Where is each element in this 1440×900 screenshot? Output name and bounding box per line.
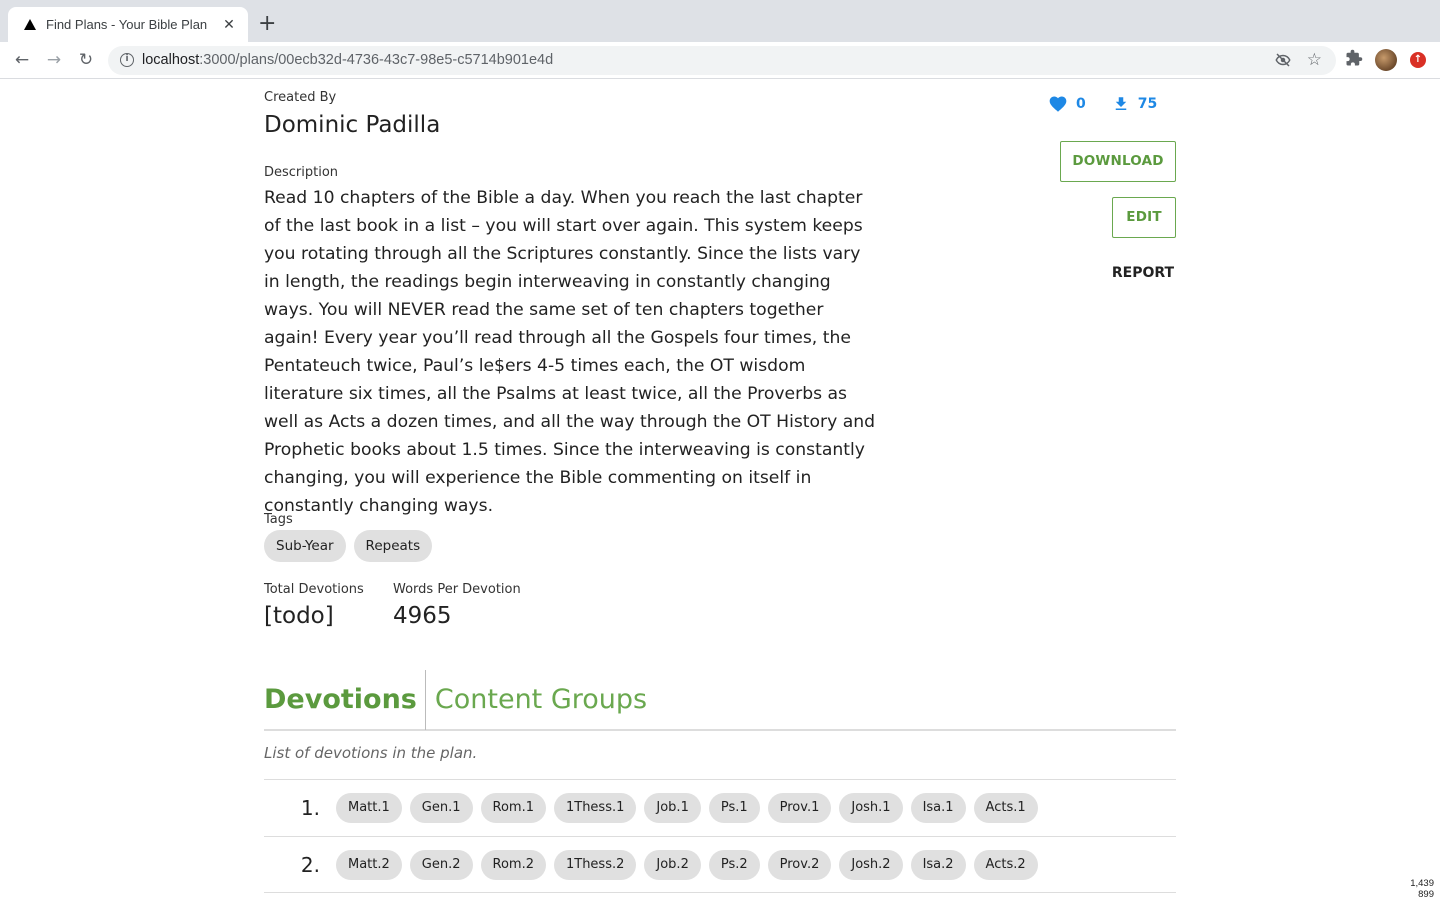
url-path: :3000/plans/00ecb32d-4736-43c7-98e5-c571… [199,52,554,68]
reference-chip[interactable]: Acts.1 [973,793,1038,823]
creator-name: Dominic Padilla [264,112,441,138]
reference-chip[interactable]: Gen.1 [409,793,473,823]
close-icon[interactable]: ✕ [220,17,238,33]
reference-chip[interactable]: Rom.2 [480,849,546,880]
reference-chip[interactable]: 1Thess.1 [553,793,637,823]
description-label: Description [264,165,339,180]
plan-tabs: Devotions Content Groups [264,669,1176,731]
words-per-devotion: Words Per Devotion 4965 [393,582,521,629]
address-bar[interactable]: i localhost:3000/plans/00ecb32d-4736-43c… [108,46,1336,75]
reference-chip[interactable]: Prov.2 [767,849,832,880]
download-icon [1115,97,1126,110]
viewport-width: 1,439 [1410,878,1434,889]
tab-content-groups[interactable]: Content Groups [426,670,647,730]
devotion-refs: Matt.2 Gen.2 Rom.2 1Thess.2 Job.2 Ps.2 P… [336,849,1038,880]
tag-chip[interactable]: Repeats [353,530,433,562]
info-icon[interactable]: i [120,53,134,67]
back-icon[interactable]: ← [10,48,34,72]
reload-icon[interactable]: ↻ [74,48,98,72]
words-per-devotion-value: 4965 [393,603,452,629]
reference-chip[interactable]: Rom.1 [480,793,546,823]
forward-icon[interactable]: → [42,48,66,72]
extensions-puzzle-icon[interactable] [1345,49,1363,72]
new-tab-button[interactable]: + [258,11,276,37]
reference-chip[interactable]: Matt.2 [336,849,402,880]
tags-label: Tags [264,512,293,527]
browser-tabstrip: Find Plans - Your Bible Plan ✕ + [0,0,1440,42]
reference-chip[interactable]: 1Thess.2 [553,849,637,880]
devotion-number: 2. [300,852,320,877]
tab-title: Find Plans - Your Bible Plan [46,17,208,32]
reference-chip[interactable]: Acts.2 [973,849,1038,880]
reference-chip[interactable]: Gen.2 [409,849,473,880]
reference-chip[interactable]: Josh.1 [839,793,903,823]
tab-devotions[interactable]: Devotions [264,669,426,730]
total-devotions: Total Devotions [todo] [264,582,364,629]
devotion-row: 2. Matt.2 Gen.2 Rom.2 1Thess.2 Job.2 Ps.… [264,836,1176,893]
profile-avatar[interactable] [1375,49,1397,71]
devotion-refs: Matt.1 Gen.1 Rom.1 1Thess.1 Job.1 Ps.1 P… [336,793,1038,823]
download-button[interactable]: DOWNLOAD [1060,141,1176,182]
likes-stat[interactable]: 0 [1048,94,1086,114]
eye-slash-icon[interactable] [1274,51,1292,73]
likes-count: 0 [1076,96,1086,112]
devotion-row: 1. Matt.1 Gen.1 Rom.1 1Thess.1 Job.1 Ps.… [264,779,1176,836]
edit-button[interactable]: EDIT [1112,197,1176,238]
reference-chip[interactable]: Job.2 [644,849,701,880]
downloads-stat: 75 [1112,95,1157,113]
total-devotions-value: [todo] [264,603,334,629]
browser-toolbar: ← → ↻ i localhost:3000/plans/00ecb32d-47… [0,42,1440,79]
reference-chip[interactable]: Matt.1 [336,793,402,823]
created-by-label: Created By [264,90,337,105]
tag-chip[interactable]: Sub-Year [264,530,346,562]
downloads-count: 75 [1137,96,1158,112]
devotion-number: 1. [300,796,320,820]
plan-description: Read 10 chapters of the Bible a day. Whe… [264,188,876,516]
browser-tab[interactable]: Find Plans - Your Bible Plan ✕ [8,7,248,42]
extension-update-icon[interactable]: ↑ [1410,52,1426,68]
reference-chip[interactable]: Ps.2 [708,849,760,880]
reference-chip[interactable]: Prov.1 [767,793,832,823]
viewport-height: 899 [1418,889,1434,900]
plan-stats: 0 75 [1048,94,1157,114]
reference-chip[interactable]: Job.1 [644,793,701,823]
triangle-favicon-icon [24,19,36,30]
star-icon[interactable]: ☆ [1307,50,1322,70]
reference-chip[interactable]: Isa.2 [910,849,966,880]
devotions-description: List of devotions in the plan. [264,744,478,762]
viewport-size-readout: 1,439 899 [1400,878,1434,900]
url-text[interactable]: localhost:3000/plans/00ecb32d-4736-43c7-… [142,52,553,68]
reference-chip[interactable]: Ps.1 [708,793,760,823]
url-host: localhost [142,52,200,68]
words-per-devotion-label: Words Per Devotion [393,582,521,597]
reference-chip[interactable]: Josh.2 [839,849,903,880]
total-devotions-label: Total Devotions [264,582,364,597]
heart-icon [1049,96,1067,112]
tag-list: Sub-Year Repeats [264,530,433,562]
report-button[interactable]: REPORT [1110,265,1176,281]
reference-chip[interactable]: Isa.1 [910,793,966,823]
